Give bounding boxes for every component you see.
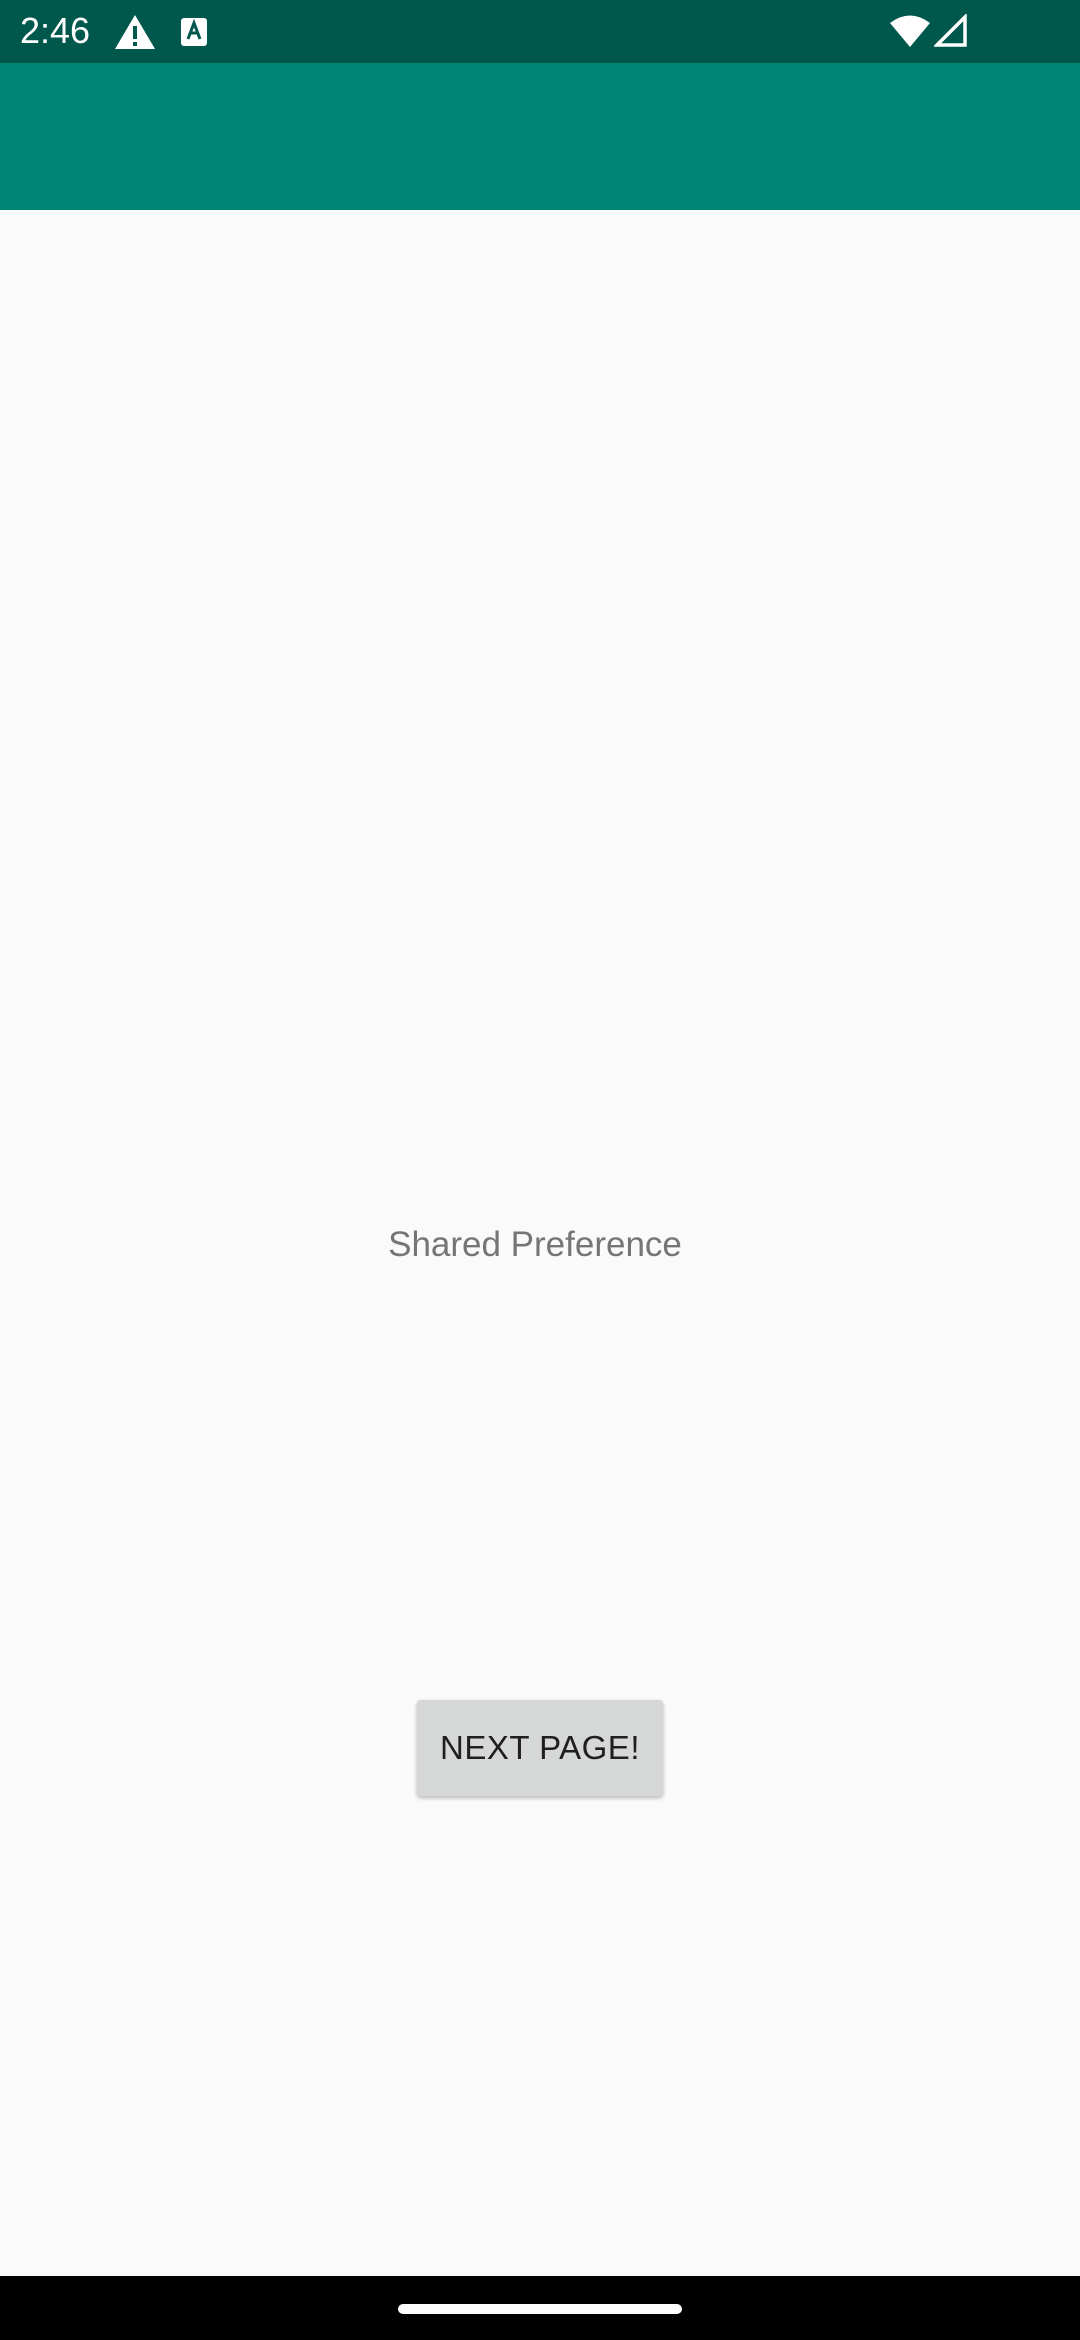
- next-page-button[interactable]: NEXT PAGE!: [417, 1700, 663, 1796]
- status-bar: 2:46: [0, 0, 1080, 63]
- cell-signal-icon: [934, 14, 967, 47]
- alert-icon: [115, 15, 155, 49]
- shared-preference-label: Shared Preference: [388, 1225, 682, 1264]
- home-gesture-handle[interactable]: [398, 2304, 682, 2314]
- wifi-icon: [890, 15, 930, 47]
- navigation-bar: [0, 2276, 1080, 2340]
- keyboard-a-icon: [181, 18, 207, 46]
- status-time: 2:46: [20, 10, 91, 51]
- app-bar: [0, 63, 1080, 210]
